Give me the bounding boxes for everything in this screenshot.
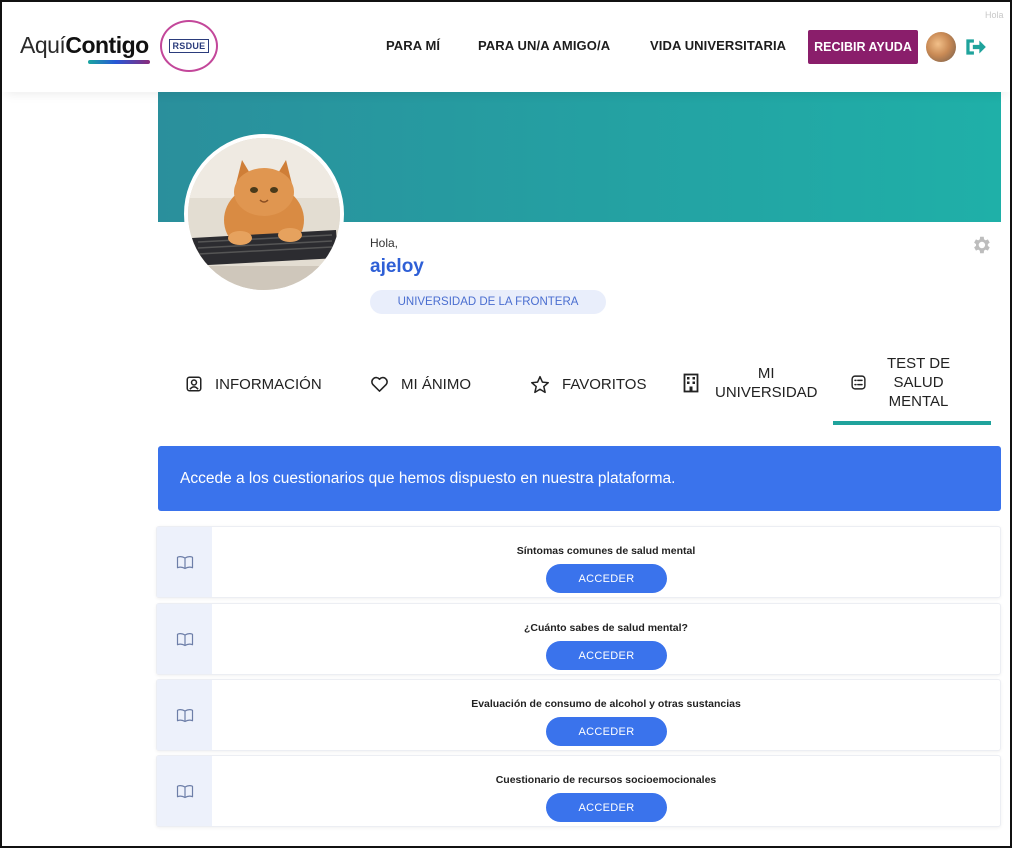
- user-badge-icon: [186, 376, 202, 392]
- site-logo[interactable]: AquíContigo: [20, 32, 149, 59]
- acceder-button[interactable]: ACCEDER: [546, 793, 667, 822]
- user-avatar[interactable]: [926, 32, 956, 62]
- questionnaire-card: Cuestionario de recursos socioemocionale…: [156, 755, 1001, 827]
- recibir-ayuda-button[interactable]: RECIBIR AYUDA: [808, 30, 918, 64]
- tab-informacion[interactable]: INFORMACIÓN: [185, 372, 322, 396]
- book-icon: [176, 632, 193, 646]
- checklist-icon: [851, 374, 866, 390]
- acceder-button[interactable]: ACCEDER: [546, 641, 667, 670]
- gear-icon[interactable]: [970, 234, 992, 256]
- active-tab-indicator: [833, 421, 991, 425]
- tab-test-salud-mental-label: TEST DE SALUD MENTAL: [887, 354, 950, 411]
- logo-text-light: Aquí: [20, 32, 66, 58]
- tab-favoritos[interactable]: FAVORITOS: [530, 372, 646, 396]
- tab-mi-universidad-label: MI UNIVERSIDAD: [715, 364, 818, 402]
- questionnaire-card: ¿Cuánto sabes de salud mental? ACCEDER: [156, 603, 1001, 675]
- nav-vida-universitaria[interactable]: VIDA UNIVERSITARIA: [650, 38, 786, 53]
- questionnaire-title: Evaluación de consumo de alcohol y otras…: [471, 698, 741, 710]
- tab-test-line3: MENTAL: [888, 392, 949, 410]
- tab-mi-animo-label: MI ÁNIMO: [401, 375, 471, 393]
- book-icon: [176, 708, 193, 722]
- info-banner: Accede a los cuestionarios que hemos dis…: [158, 446, 1001, 511]
- profile-avatar: [184, 134, 344, 294]
- rsdue-logo[interactable]: RSDUE: [160, 20, 218, 72]
- card-icon-panel: [157, 756, 212, 826]
- nav-para-mi[interactable]: PARA MÍ: [386, 38, 440, 53]
- questionnaire-card: Síntomas comunes de salud mental ACCEDER: [156, 526, 1001, 598]
- greeting-text: Hola,: [370, 236, 399, 250]
- university-badge: UNIVERSIDAD DE LA FRONTERA: [370, 290, 606, 314]
- acceder-button[interactable]: ACCEDER: [546, 717, 667, 746]
- heart-icon: [371, 376, 388, 392]
- book-icon: [176, 784, 193, 798]
- tab-mi-animo[interactable]: MI ÁNIMO: [370, 372, 471, 396]
- card-icon-panel: [157, 527, 212, 597]
- questionnaire-card: Evaluación de consumo de alcohol y otras…: [156, 679, 1001, 751]
- star-icon: [530, 375, 550, 393]
- card-icon-panel: [157, 680, 212, 750]
- rsdue-logo-text: RSDUE: [169, 39, 209, 53]
- tab-informacion-label: INFORMACIÓN: [215, 375, 322, 393]
- logout-icon[interactable]: [962, 34, 988, 60]
- card-icon-panel: [157, 604, 212, 674]
- tab-test-line2: SALUD: [893, 373, 944, 391]
- tab-test-salud-mental[interactable]: TEST DE SALUD MENTAL: [850, 350, 950, 414]
- logo-underline: [88, 60, 150, 64]
- tab-test-line1: TEST DE: [887, 354, 951, 372]
- book-icon: [176, 555, 193, 569]
- tab-mi-universidad-line1: MI: [757, 365, 775, 382]
- logo-text-bold: Contigo: [65, 32, 149, 58]
- acceder-button[interactable]: ACCEDER: [546, 564, 667, 593]
- hint-text: Hola: [985, 10, 1004, 20]
- building-icon: [683, 373, 699, 393]
- tab-mi-universidad[interactable]: MI UNIVERSIDAD: [683, 360, 818, 406]
- tab-mi-universidad-line2: UNIVERSIDAD: [715, 384, 818, 401]
- tab-favoritos-label: FAVORITOS: [562, 375, 647, 393]
- questionnaire-title: ¿Cuánto sabes de salud mental?: [524, 622, 688, 634]
- profile-username: ajeloy: [370, 256, 424, 277]
- nav-para-amigo[interactable]: PARA UN/A AMIGO/A: [478, 38, 610, 53]
- cat-photo-icon: [188, 138, 340, 290]
- questionnaire-title: Cuestionario de recursos socioemocionale…: [495, 774, 717, 786]
- questionnaire-title: Síntomas comunes de salud mental: [516, 545, 696, 557]
- top-navbar: AquíContigo RSDUE PARA MÍ PARA UN/A AMIG…: [0, 0, 1012, 92]
